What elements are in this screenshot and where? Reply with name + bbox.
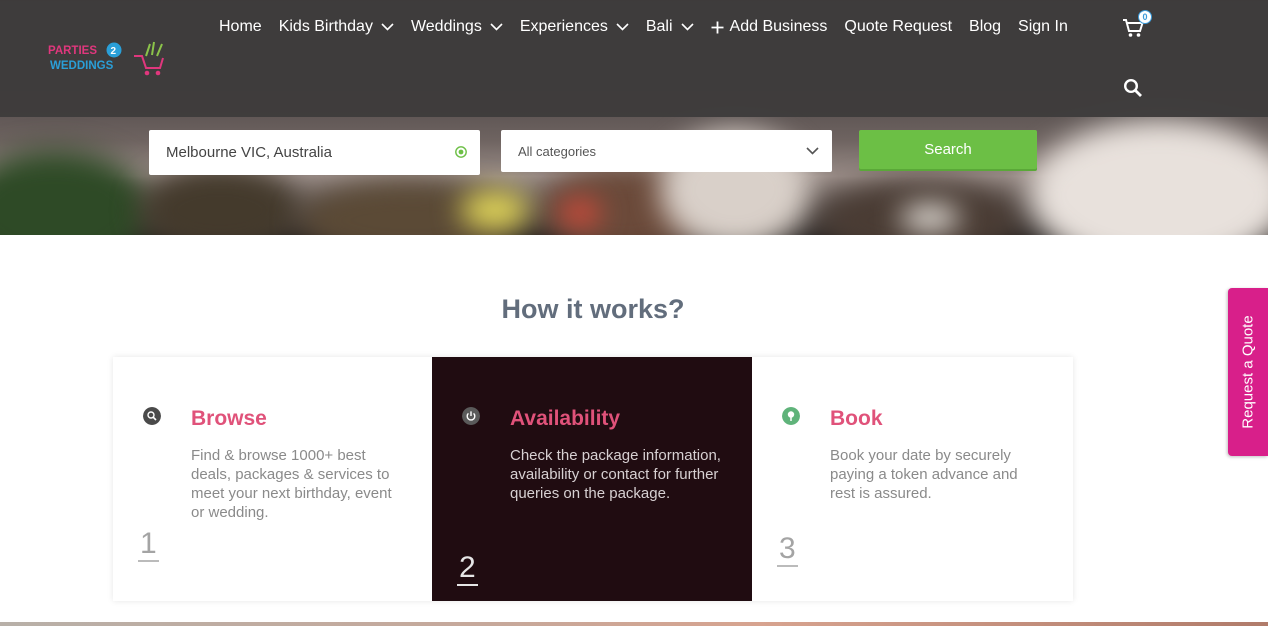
next-section-strip	[0, 622, 1268, 626]
svg-text:WEDDINGS: WEDDINGS	[50, 60, 114, 72]
svg-text:2: 2	[111, 46, 117, 57]
step-number: 1	[138, 527, 159, 562]
nav-bali[interactable]: Bali	[646, 18, 694, 36]
nav-kids-birthday[interactable]: Kids Birthday	[279, 18, 394, 36]
location-target-icon[interactable]	[454, 145, 468, 159]
step-card-browse: Browse Find & browse 1000+ best deals, p…	[113, 357, 433, 601]
chevron-down-icon	[806, 147, 819, 155]
site-logo[interactable]: PARTIES 2 WEDDINGS	[46, 38, 168, 78]
chevron-down-icon	[616, 23, 629, 31]
category-value: All categories	[518, 144, 597, 159]
nav-home[interactable]: Home	[219, 18, 262, 36]
step-number: 2	[457, 551, 478, 586]
search-icon[interactable]	[1123, 78, 1143, 98]
step-number: 3	[777, 532, 798, 567]
category-select[interactable]: All categories	[501, 130, 832, 172]
svg-text:PARTIES: PARTIES	[48, 45, 97, 57]
location-value: Melbourne VIC, Australia	[166, 144, 332, 161]
nav-add-business[interactable]: Add Business	[711, 18, 827, 36]
how-it-works-cards: Browse Find & browse 1000+ best deals, p…	[113, 357, 1073, 601]
tree-icon	[782, 407, 800, 425]
nav-quote-request[interactable]: Quote Request	[844, 18, 952, 36]
step-text: Check the package information, availabil…	[510, 447, 721, 502]
location-input[interactable]: Melbourne VIC, Australia	[149, 130, 480, 175]
step-text: Book your date by securely paying a toke…	[830, 447, 1018, 502]
request-quote-tab[interactable]: Request a Quote	[1228, 288, 1268, 456]
step-card-book: Book Book your date by securely paying a…	[752, 357, 1072, 601]
main-nav: Home Kids Birthday Weddings Experiences …	[219, 16, 1085, 38]
cart-count-badge: 0	[1138, 10, 1152, 24]
chevron-down-icon	[680, 23, 694, 31]
step-title: Browse	[191, 407, 267, 430]
nav-blog[interactable]: Blog	[969, 18, 1001, 36]
step-card-availability: Availability Check the package informati…	[432, 357, 752, 601]
nav-weddings[interactable]: Weddings	[411, 18, 503, 36]
request-quote-label: Request a Quote	[1239, 315, 1257, 429]
step-title: Availability	[510, 407, 621, 430]
chevron-down-icon	[381, 23, 394, 31]
step-text: Find & browse 1000+ best deals, packages…	[191, 447, 392, 521]
search-button[interactable]: Search	[859, 130, 1037, 169]
power-icon	[462, 407, 480, 425]
nav-experiences[interactable]: Experiences	[520, 18, 629, 36]
search-icon	[143, 407, 161, 425]
plus-icon	[711, 21, 724, 33]
step-title: Book	[830, 407, 883, 430]
top-navbar: PARTIES 2 WEDDINGS Home Kids Birthday We…	[0, 0, 1268, 117]
chevron-down-icon	[490, 23, 503, 31]
nav-sign-in[interactable]: Sign In	[1018, 18, 1068, 36]
section-title: How it works?	[501, 294, 685, 324]
